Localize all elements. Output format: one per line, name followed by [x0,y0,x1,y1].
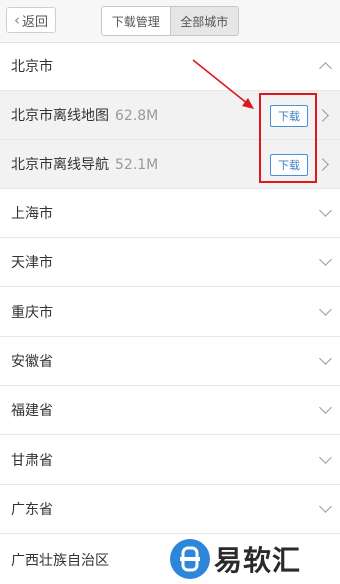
city-row[interactable]: 重庆市 [0,288,340,337]
city-row[interactable]: 上海市 [0,189,340,238]
city-row[interactable]: 天津市 [0,238,340,287]
chevron-down-icon [319,204,332,217]
package-label: 北京市离线地图 62.8M [11,105,158,125]
top-bar: ‹ 返回 下载管理 全部城市 [0,0,340,43]
city-label: 天津市 [11,255,53,271]
chevron-left-icon: ‹ [13,10,20,29]
watermark: 易软汇 [170,536,301,582]
city-label: 广西壮族自治区 [11,552,109,569]
city-label: 重庆市 [11,305,53,321]
package-label: 北京市离线导航 52.1M [11,154,158,174]
city-label: 北京市 [11,59,53,75]
chevron-right-icon [316,109,329,122]
city-label: 甘肃省 [11,453,53,469]
chevron-down-icon [319,352,332,365]
city-row[interactable]: 甘肃省 [0,436,340,485]
chevron-down-icon [319,253,332,266]
tab-all-cities[interactable]: 全部城市 [169,7,238,35]
back-button[interactable]: ‹ 返回 [6,7,56,33]
chevron-down-icon [319,500,332,513]
city-row-beijing[interactable]: 北京市 [0,42,340,91]
city-row[interactable]: 广东省 [0,485,340,534]
chevron-down-icon [319,401,332,414]
package-size: 62.8M [115,108,159,124]
watermark-text: 易软汇 [214,544,302,577]
chevron-up-icon [319,62,332,75]
city-label: 福建省 [11,403,53,419]
city-label: 安徽省 [11,354,53,370]
chevron-right-icon [316,158,329,171]
package-name: 北京市离线地图 [11,108,109,124]
tab-switcher: 下载管理 全部城市 [101,6,239,36]
chevron-down-icon [319,451,332,464]
city-row[interactable]: 福建省 [0,386,340,435]
annotation-highlight-box [259,93,317,183]
city-label: 上海市 [11,206,53,222]
package-size: 52.1M [115,157,159,173]
back-label: 返回 [21,14,48,30]
tab-download-manager[interactable]: 下载管理 [102,7,170,35]
city-row[interactable]: 安徽省 [0,337,340,386]
chevron-down-icon [319,303,332,316]
watermark-logo-icon [170,539,210,579]
package-name: 北京市离线导航 [11,157,109,173]
city-label: 广东省 [11,502,53,518]
